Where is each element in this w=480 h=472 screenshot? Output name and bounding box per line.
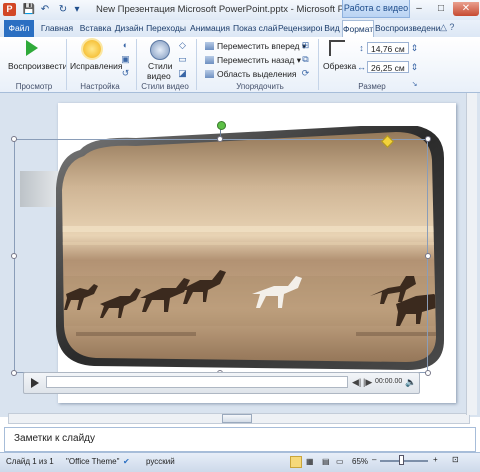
redo-icon[interactable]: ↻ — [56, 3, 70, 16]
width-field[interactable]: 26,25 см — [367, 61, 409, 73]
video-time: 00:00.00 — [375, 378, 403, 385]
send-backward-icon — [205, 56, 214, 64]
step-back-icon[interactable]: ◀| — [352, 377, 361, 388]
powerpoint-app-icon[interactable]: P — [3, 3, 16, 16]
tab-design[interactable]: Дизайн — [114, 20, 144, 37]
tab-view[interactable]: Вид — [323, 20, 341, 37]
slide-sorter-icon[interactable]: ▦ — [306, 457, 314, 466]
video-tools-context-header: Работа с видео — [342, 0, 410, 18]
save-icon[interactable]: 💾 — [22, 3, 36, 16]
color-icon[interactable]: ◐ — [119, 40, 132, 50]
selection-pane-label: Область выделения — [217, 69, 297, 79]
close-button[interactable]: ✕ — [453, 2, 479, 16]
group-label-preview: Просмотр — [15, 82, 53, 91]
resize-handle-top[interactable] — [217, 136, 223, 142]
corrections-icon[interactable] — [83, 40, 101, 58]
play-button-label[interactable]: Воспроизвести — [8, 61, 67, 71]
zoom-slider[interactable] — [380, 460, 428, 462]
vertical-scrollbar[interactable] — [466, 93, 477, 415]
group-separator — [196, 39, 197, 90]
normal-view-icon[interactable] — [290, 456, 302, 468]
zoom-out-icon[interactable]: – — [372, 455, 376, 464]
corrections-button-label[interactable]: Исправления — [70, 61, 122, 71]
resize-handle-bottom-left[interactable] — [11, 370, 17, 376]
undo-icon[interactable]: ↶ — [38, 3, 52, 16]
zoom-in-icon[interactable]: + — [433, 455, 438, 464]
horizontal-scroll-thumb[interactable] — [222, 414, 252, 423]
video-styles-label-1[interactable]: Стили — [148, 61, 173, 71]
video-effects-icon[interactable]: ◪ — [176, 68, 189, 78]
poster-frame-icon[interactable]: ▣ — [119, 54, 132, 64]
maximize-button[interactable]: □ — [430, 2, 452, 16]
tab-transitions[interactable]: Переходы — [146, 20, 186, 37]
minimize-button[interactable]: – — [408, 2, 430, 16]
rotate-icon[interactable]: ⟳ — [299, 68, 312, 78]
tab-slide-show[interactable]: Показ слайд — [233, 20, 277, 37]
fit-to-window-icon[interactable]: ⊡ — [452, 455, 459, 464]
group-objects-icon[interactable]: ⧉ — [299, 54, 312, 64]
language-label[interactable]: русский — [146, 457, 175, 466]
video-styles-icon[interactable] — [150, 40, 170, 60]
zoom-level[interactable]: 65% — [352, 457, 368, 466]
help-icon[interactable]: △ ? — [440, 22, 454, 33]
video-shape-icon[interactable]: ◇ — [176, 40, 189, 50]
group-separator — [136, 39, 137, 90]
slide-counter: Слайд 1 из 1 — [6, 457, 54, 466]
height-spinner-icon[interactable]: ⇕ — [408, 43, 421, 53]
customize-qat-icon[interactable]: ▾ — [70, 3, 84, 16]
height-field[interactable]: 14,76 см — [367, 42, 409, 54]
step-forward-icon[interactable]: |▶ — [363, 377, 372, 388]
group-label-adjust: Настройка — [80, 82, 120, 91]
group-label-size: Размер — [358, 82, 386, 91]
spellcheck-icon[interactable]: ✔ — [123, 457, 130, 466]
tab-format[interactable]: Формат — [342, 20, 374, 37]
size-dialog-launcher-icon[interactable]: ↘ — [408, 80, 421, 90]
volume-icon[interactable]: 🔈 — [405, 377, 416, 388]
resize-handle-top-right[interactable] — [425, 136, 431, 142]
resize-handle-left[interactable] — [11, 253, 17, 259]
group-label-video-styles: Стили видео — [141, 82, 189, 91]
slideshow-view-icon[interactable]: ▭ — [336, 457, 344, 466]
video-styles-label-2[interactable]: видео — [147, 71, 171, 81]
selection-box — [14, 139, 428, 373]
resize-handle-right[interactable] — [425, 253, 431, 259]
group-label-arrange: Упорядочить — [236, 82, 284, 91]
theme-name[interactable]: "Office Theme" — [66, 457, 119, 466]
bring-forward-icon — [205, 42, 214, 50]
notes-placeholder[interactable]: Заметки к слайду — [14, 433, 95, 444]
selection-pane-button[interactable]: Область выделения — [205, 69, 296, 79]
tab-playback[interactable]: Воспроизведение — [375, 20, 441, 37]
tab-review[interactable]: Рецензиров — [278, 20, 322, 37]
tab-home[interactable]: Главная — [37, 20, 77, 37]
selection-pane-icon — [205, 70, 214, 78]
resize-handle-bottom-right[interactable] — [425, 370, 431, 376]
bring-forward-button[interactable]: Переместить вперед ▾ — [205, 41, 306, 52]
crop-button-label[interactable]: Обрезка — [323, 61, 356, 71]
tab-insert[interactable]: Вставка — [79, 20, 112, 37]
tab-file[interactable]: Файл — [4, 20, 34, 37]
resize-handle-top-left[interactable] — [11, 136, 17, 142]
video-border-icon[interactable]: ▭ — [176, 54, 189, 64]
send-backward-button[interactable]: Переместить назад ▾ — [205, 55, 301, 66]
width-spinner-icon[interactable]: ⇕ — [408, 62, 421, 72]
send-backward-label: Переместить назад — [217, 55, 295, 65]
group-separator — [66, 39, 67, 90]
video-play-icon[interactable] — [31, 378, 39, 388]
crop-icon[interactable] — [329, 40, 345, 56]
tab-animations[interactable]: Анимация — [188, 20, 232, 37]
bring-forward-label: Переместить вперед — [217, 41, 300, 51]
video-timeline[interactable] — [46, 376, 348, 388]
group-separator — [318, 39, 319, 90]
rotation-handle[interactable] — [217, 121, 226, 130]
align-icon[interactable]: ⊞ — [299, 40, 312, 50]
play-icon[interactable] — [26, 40, 38, 56]
zoom-slider-knob[interactable] — [399, 455, 404, 465]
reset-design-icon[interactable]: ↺ — [119, 68, 132, 78]
reading-view-icon[interactable]: ▤ — [322, 457, 330, 466]
